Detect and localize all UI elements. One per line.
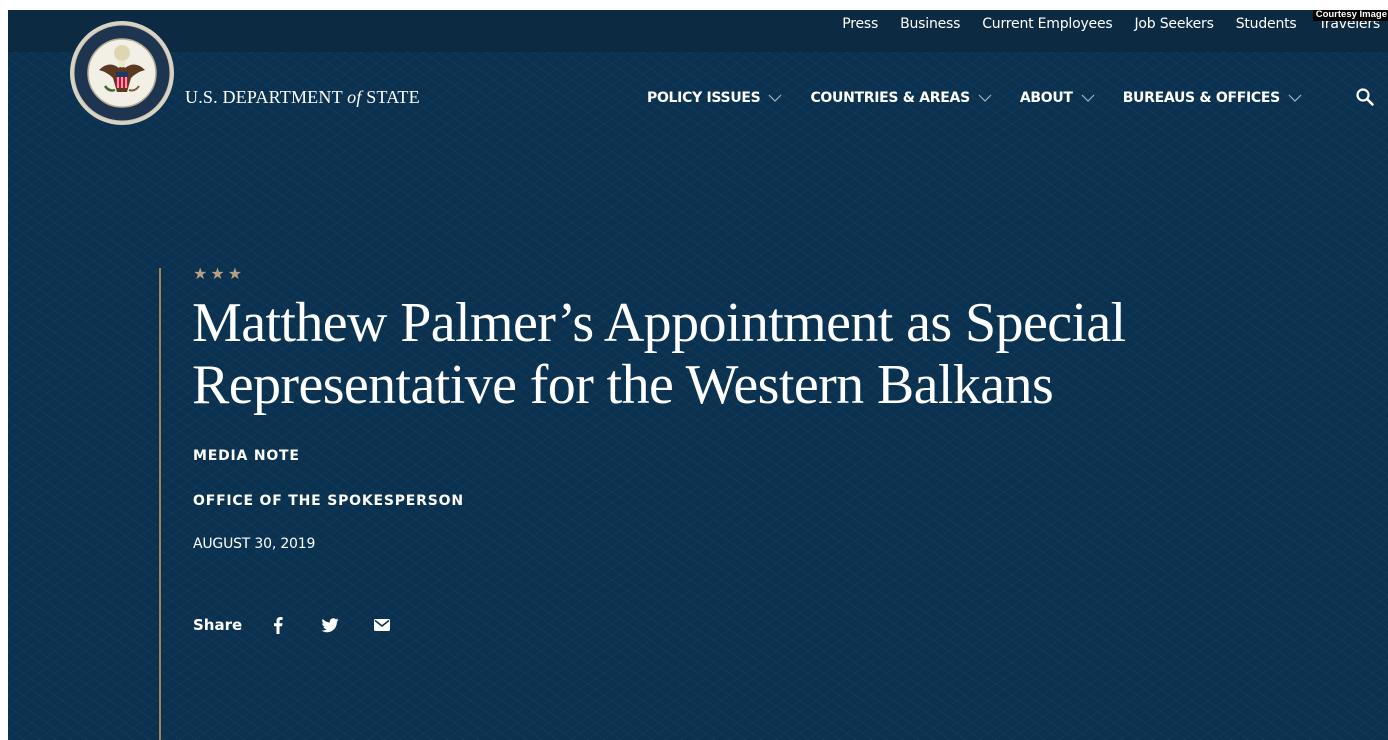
article-office[interactable]: OFFICE OF THE SPOKESPERSON <box>193 493 464 509</box>
wordmark-part1: U.S. DEPARTMENT <box>185 87 348 107</box>
nav-label: ABOUT <box>1019 90 1073 106</box>
nav-label: POLICY ISSUES <box>647 90 761 106</box>
nav-countries-areas[interactable]: COUNTRIES & AREAS <box>810 90 992 106</box>
utility-link-press[interactable]: Press <box>842 16 878 32</box>
utility-link-current-employees[interactable]: Current Employees <box>982 16 1112 32</box>
article-type[interactable]: MEDIA NOTE <box>193 448 300 464</box>
email-icon[interactable] <box>372 615 392 635</box>
nav-policy-issues[interactable]: POLICY ISSUES <box>647 90 782 106</box>
nav-label: BUREAUS & OFFICES <box>1122 90 1281 106</box>
main-nav: POLICY ISSUES COUNTRIES & AREAS ABOUT BU… <box>647 90 1330 106</box>
nav-label: COUNTRIES & AREAS <box>810 90 970 106</box>
nav-bureaus-offices[interactable]: BUREAUS & OFFICES <box>1123 90 1302 106</box>
wordmark-of: of <box>347 87 362 107</box>
utility-bar: Press Business Current Employees Job See… <box>8 10 1388 52</box>
facebook-icon[interactable] <box>268 615 288 635</box>
article-date: AUGUST 30, 2019 <box>193 536 316 552</box>
chevron-down-icon <box>1288 94 1302 102</box>
search-icon[interactable] <box>1355 87 1375 107</box>
chevron-down-icon <box>1081 94 1095 102</box>
chevron-down-icon <box>978 94 992 102</box>
courtesy-image-badge: Courtesy Image <box>1312 10 1388 21</box>
wordmark-part2: STATE <box>361 87 420 107</box>
stars-ornament: ★★★ <box>193 264 246 283</box>
chevron-down-icon <box>769 94 782 102</box>
article-headline: Matthew Palmer’s Appointment as Special … <box>192 292 1126 416</box>
department-seal-logo[interactable] <box>69 20 175 126</box>
site-wordmark[interactable]: U.S. DEPARTMENT of STATE <box>185 87 420 108</box>
utility-link-business[interactable]: Business <box>900 16 960 32</box>
share-bar: Share <box>193 615 424 635</box>
gold-vertical-rule <box>159 268 161 740</box>
utility-link-students[interactable]: Students <box>1236 16 1297 32</box>
share-label: Share <box>193 616 243 634</box>
utility-link-job-seekers[interactable]: Job Seekers <box>1134 16 1213 32</box>
twitter-icon[interactable] <box>320 615 340 635</box>
nav-about[interactable]: ABOUT <box>1020 90 1095 106</box>
utility-nav: Press Business Current Employees Job See… <box>842 16 1380 32</box>
page-frame: Press Business Current Employees Job See… <box>8 10 1388 740</box>
